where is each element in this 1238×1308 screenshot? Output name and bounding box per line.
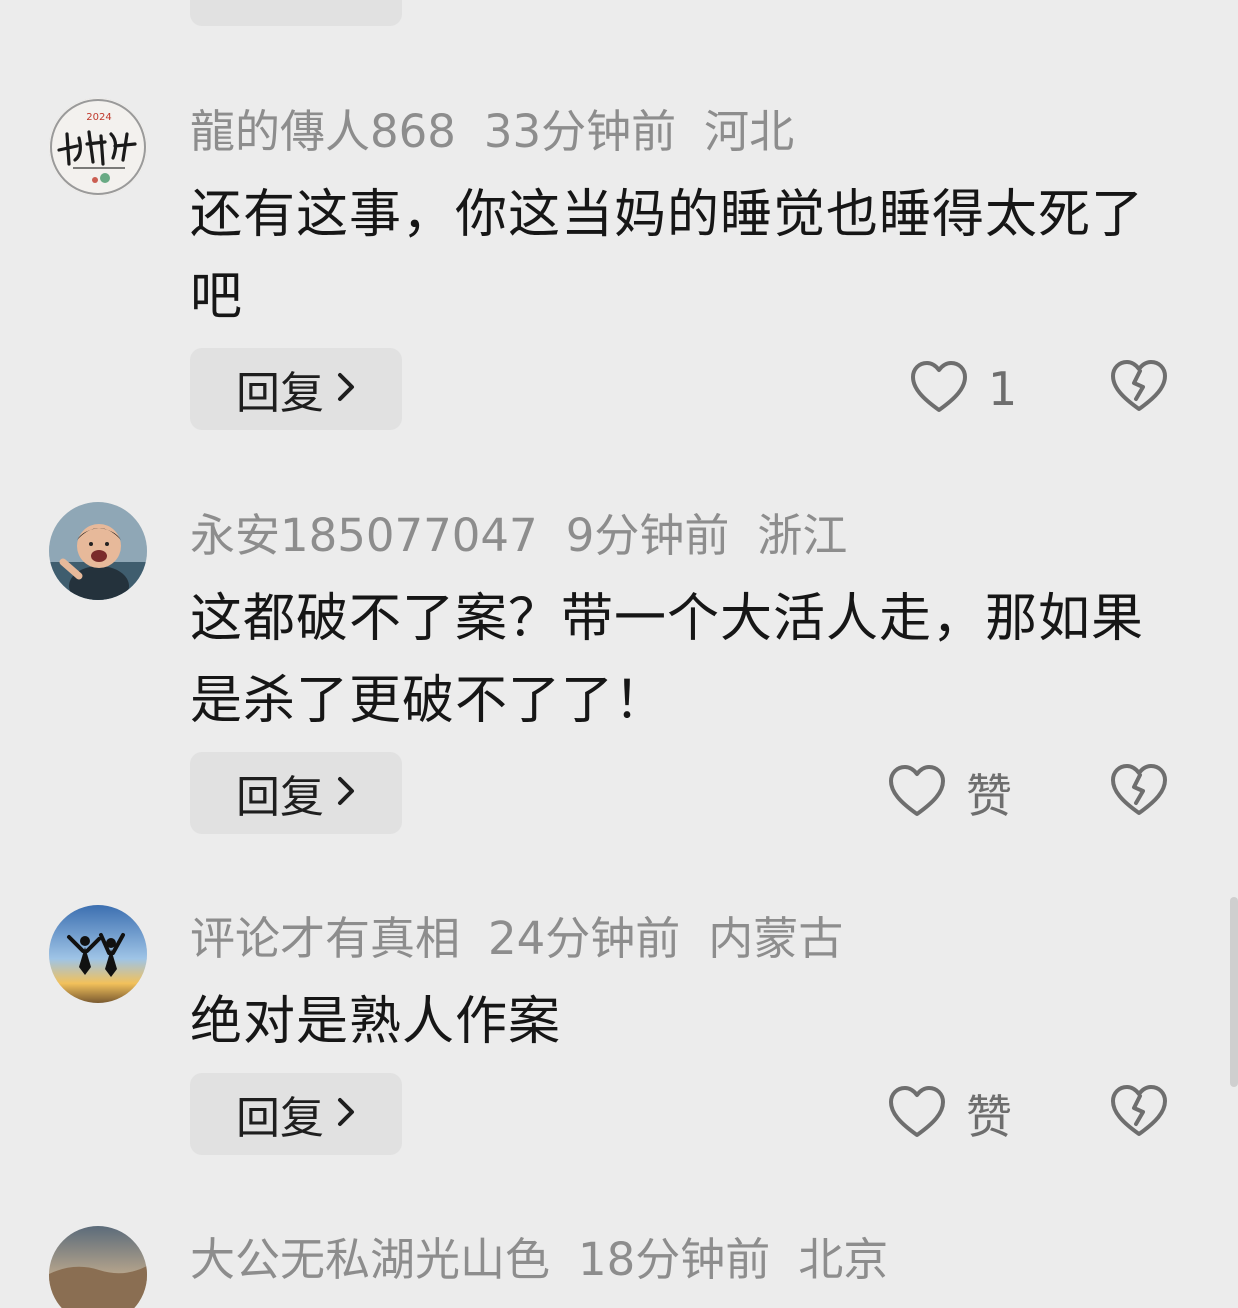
- timestamp: 24分钟前: [488, 912, 681, 965]
- like-button[interactable]: 赞: [888, 758, 1012, 828]
- reply-button[interactable]: 回复: [190, 348, 402, 430]
- chevron-right-icon: [336, 775, 356, 811]
- avatar[interactable]: [49, 1226, 147, 1308]
- location: 河北: [704, 105, 795, 158]
- heart-icon: [888, 1085, 946, 1143]
- heart-icon: [888, 764, 946, 822]
- calligraphy-avatar-icon: 2024: [49, 98, 147, 196]
- heart-icon: [910, 360, 968, 418]
- timestamp: 33分钟前: [483, 105, 677, 158]
- reply-button-partial[interactable]: [190, 0, 402, 26]
- comment-list: 2024 龍的傳人868 33分钟前 河北 还有这事，你这当妈的睡觉也睡得太死了吧 …: [0, 0, 1238, 1308]
- dislike-button[interactable]: [1110, 1084, 1170, 1144]
- like-count: 1: [988, 362, 1018, 416]
- broken-heart-icon: [1110, 764, 1168, 821]
- chevron-right-icon: [336, 371, 356, 407]
- reply-button[interactable]: 回复: [190, 1073, 402, 1155]
- reply-label: 回复: [236, 368, 324, 419]
- timestamp: 18分钟前: [578, 1233, 771, 1286]
- comment-meta: 永安185077047 9分钟前 浙江: [190, 506, 875, 566]
- username[interactable]: 评论才有真相: [190, 912, 460, 965]
- scrollbar[interactable]: [1230, 897, 1238, 1087]
- dislike-button[interactable]: [1110, 763, 1170, 823]
- like-button[interactable]: 赞: [888, 1079, 1012, 1149]
- username[interactable]: 大公无私湖光山色: [190, 1233, 550, 1286]
- reply-button[interactable]: 回复: [190, 752, 402, 834]
- reply-label: 回复: [236, 772, 324, 823]
- comment-meta: 评论才有真相 24分钟前 内蒙古: [190, 909, 871, 969]
- comment-text: 这都破不了案？带一个大活人走，那如果是杀了更破不了了！: [190, 589, 1145, 731]
- location: 北京: [798, 1233, 889, 1286]
- like-label: 赞: [966, 1090, 1012, 1144]
- username[interactable]: 龍的傳人868: [190, 105, 456, 158]
- location: 浙江: [757, 509, 848, 562]
- timestamp: 9分钟前: [565, 509, 730, 562]
- broken-heart-icon: [1110, 360, 1168, 417]
- broken-heart-icon: [1110, 1085, 1168, 1142]
- avatar[interactable]: [49, 502, 147, 600]
- comment-text: 绝对是熟人作案: [190, 992, 562, 1052]
- child-photo-avatar-icon: [49, 502, 147, 600]
- chevron-right-icon: [336, 1096, 356, 1132]
- svg-text:2024: 2024: [86, 112, 111, 123]
- avatar[interactable]: 2024: [49, 98, 147, 196]
- comment-meta: 大公无私湖光山色 18分钟前 北京: [190, 1230, 916, 1290]
- comment-meta: 龍的傳人868 33分钟前 河北: [190, 102, 822, 162]
- reply-label: 回复: [236, 1093, 324, 1144]
- sunset-jump-avatar-icon: [49, 905, 147, 1003]
- landscape-avatar-icon: [49, 1226, 147, 1308]
- like-button[interactable]: 1: [910, 354, 1017, 424]
- like-label: 赞: [966, 769, 1012, 823]
- username[interactable]: 永安185077047: [190, 509, 538, 562]
- dislike-button[interactable]: [1110, 359, 1170, 419]
- location: 内蒙古: [708, 912, 844, 965]
- avatar[interactable]: [49, 905, 147, 1003]
- comment-text: 还有这事，你这当妈的睡觉也睡得太死了吧: [190, 185, 1145, 327]
